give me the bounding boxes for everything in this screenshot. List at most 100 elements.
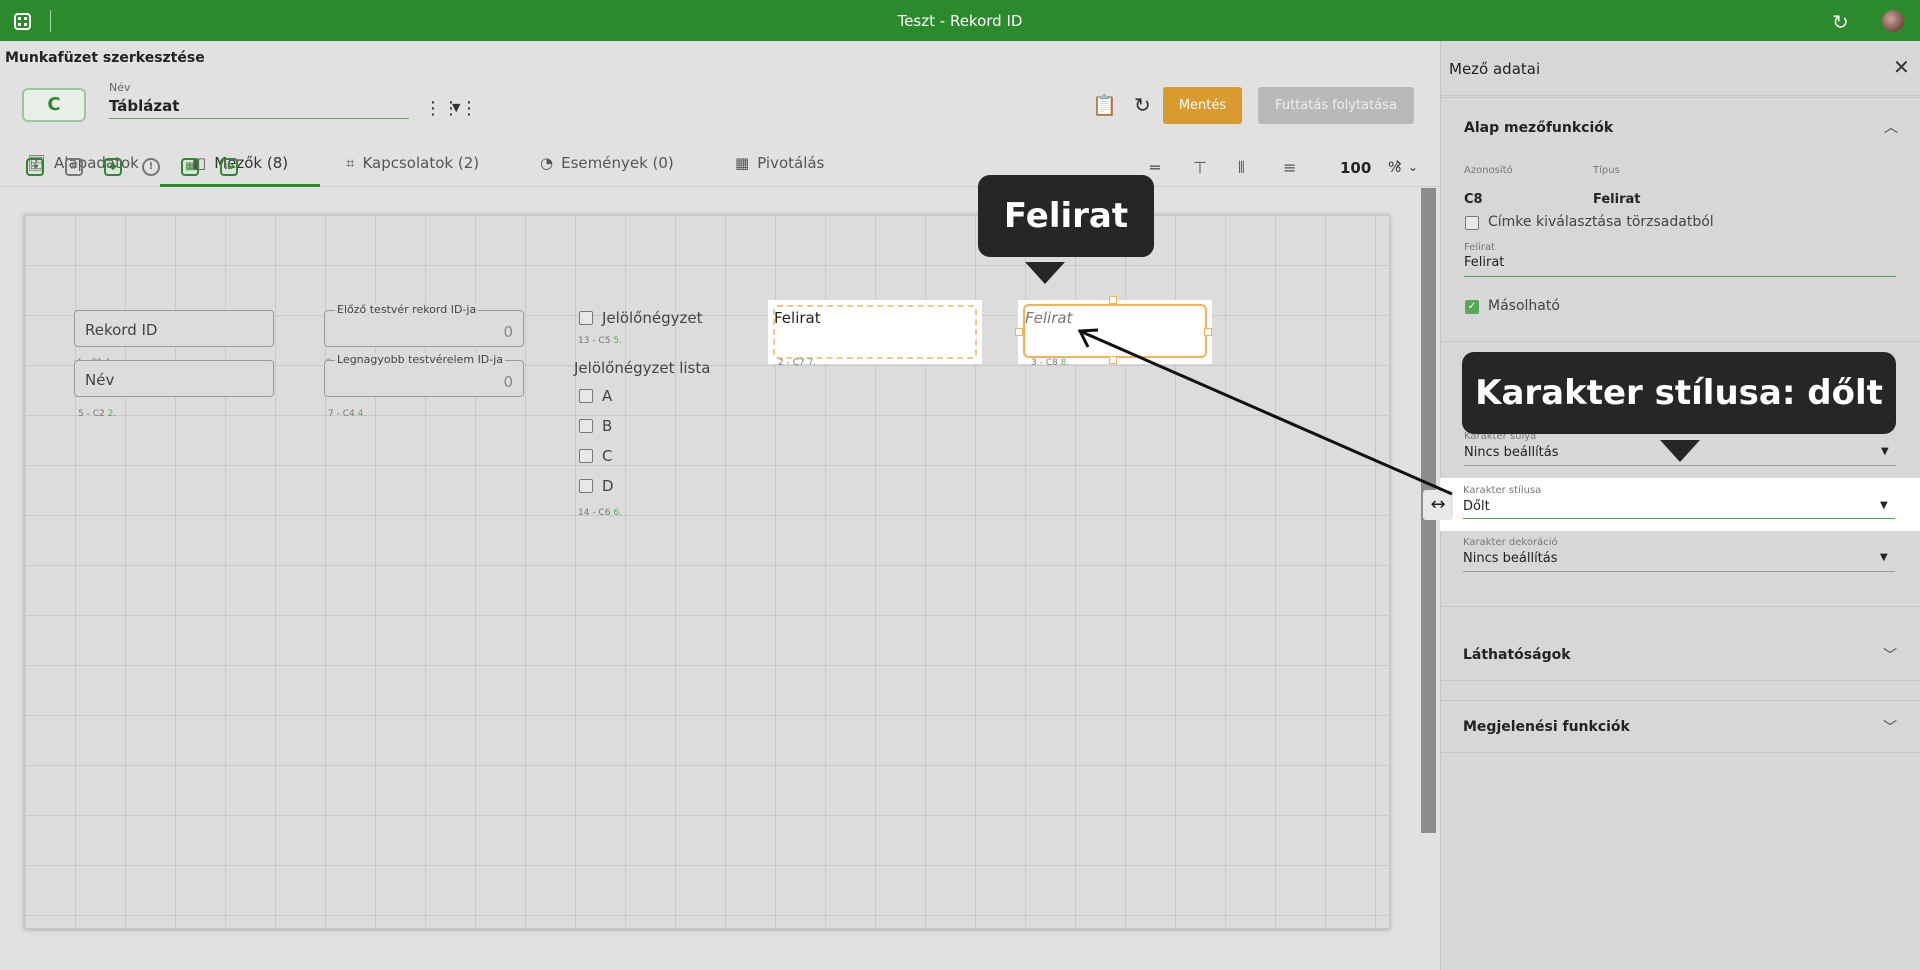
tab-bar: 🗄 Alapadatok ◧ Mezők (8) ⌗ Kapcsolatok (2) … — [0, 141, 1440, 187]
nev-field[interactable]: Név — [74, 360, 274, 397]
font-style-underline — [1463, 518, 1895, 519]
previous-sibling-id-field[interactable]: Előző testvér rekord ID-ja 0 — [324, 303, 524, 347]
grid-icon[interactable]: ⋮⋮⋮ — [424, 98, 478, 119]
id-icon[interactable]: ID — [220, 158, 238, 176]
zoom-value[interactable]: 100 — [1340, 159, 1371, 177]
pivot-icon: ▦ — [735, 154, 750, 172]
panel-title: Mező adatai — [1449, 60, 1541, 78]
font-style-select[interactable]: Dőlt — [1463, 499, 1490, 514]
font-weight-underline — [1464, 465, 1896, 466]
table-icon[interactable]: ▦ — [181, 158, 199, 176]
save-button[interactable]: Mentés — [1163, 87, 1242, 124]
frame-icon[interactable]: # — [65, 158, 83, 176]
chevron-down-icon[interactable]: ▼ — [1881, 446, 1889, 457]
field-meta: 2 - C7 7. — [778, 358, 817, 368]
resize-handle[interactable] — [1015, 328, 1023, 336]
tab-label: Kapcsolatok (2) — [362, 154, 480, 172]
name-field[interactable]: Táblázat — [109, 97, 409, 119]
avatar[interactable] — [1882, 10, 1904, 32]
resize-horizontal-icon[interactable]: ↔ — [1423, 490, 1453, 520]
field-meta: 3 - C8 8. — [1031, 358, 1070, 368]
tag-icon[interactable]: ◆ — [104, 158, 122, 176]
continue-run-button[interactable]: Futtatás folytatása — [1258, 87, 1414, 124]
refresh-icon[interactable]: ↻ — [1832, 10, 1849, 34]
caption-input[interactable]: Felirat — [1464, 255, 1504, 270]
field-placeholder: Név — [85, 371, 115, 389]
connections-icon: ⌗ — [346, 154, 355, 172]
field-meta: 5 - C2 2. — [78, 409, 117, 419]
page-title: Munkafüzet szerkesztése — [5, 50, 205, 66]
copyable-checkbox[interactable]: ✓ — [1465, 300, 1479, 314]
chevron-down-icon[interactable]: ▼ — [452, 101, 460, 114]
tab-label: Események (0) — [561, 154, 674, 172]
caption-underline — [1464, 276, 1896, 277]
type-value: Felirat — [1593, 192, 1641, 207]
callout-pointer — [1025, 262, 1065, 284]
text-decoration-label: Karakter dekoráció — [1463, 537, 1558, 548]
field-placeholder: Rekord ID — [85, 321, 158, 339]
display-functions-section[interactable]: Megjelenési funkciók — [1463, 719, 1630, 735]
chevron-down-icon[interactable]: ﹀ — [1883, 645, 1897, 665]
field-label: Előző testvér rekord ID-ja — [335, 303, 479, 316]
close-icon[interactable]: ✕ — [1893, 55, 1910, 79]
refresh-icon[interactable]: ↻ — [1134, 93, 1151, 117]
name-field-label: Név — [109, 81, 131, 94]
basic-functions-section[interactable]: Alap mezőfunkciók — [1464, 120, 1613, 136]
checkbox-list-option[interactable] — [579, 449, 593, 463]
type-label: Típus — [1593, 165, 1620, 176]
chevron-down-icon[interactable]: ﹀ — [1883, 717, 1897, 737]
checkbox-list-option-label: C — [602, 447, 613, 465]
resize-handle[interactable] — [1204, 328, 1212, 336]
checkbox-list-option-label: B — [602, 417, 613, 435]
chevron-down-icon[interactable]: ⌄ — [1408, 160, 1418, 174]
divider — [1440, 680, 1920, 681]
visibility-section[interactable]: Láthatóságok — [1463, 647, 1571, 663]
font-style-row: Karakter stílusa Dőlt ▼ — [1440, 478, 1920, 531]
max-sibling-id-field[interactable]: Legnagyobb testvérelem ID-ja 0 — [324, 353, 524, 397]
font-weight-select[interactable]: Nincs beállítás — [1464, 445, 1559, 460]
tab-events[interactable]: ◔ Események (0) — [540, 141, 674, 187]
checkbox-list-option[interactable] — [579, 389, 593, 403]
selected-label-text: Felirat — [1025, 309, 1073, 327]
label-field-text: Felirat — [774, 309, 821, 327]
clipboard-icon[interactable]: 📋 — [1092, 93, 1117, 117]
choose-label-checkbox[interactable] — [1465, 216, 1479, 230]
events-icon: ◔ — [540, 154, 554, 172]
font-style-callout: Karakter stílusa: dőlt — [1462, 352, 1896, 434]
field-meta: 13 - C5 5. — [578, 336, 622, 346]
chevron-down-icon[interactable]: ▼ — [1880, 500, 1888, 511]
divider — [1440, 752, 1920, 753]
font-style-label: Karakter stílusa — [1463, 485, 1542, 496]
checkbox[interactable] — [579, 311, 593, 325]
rekord-id-field[interactable]: Rekord ID — [74, 310, 274, 347]
align-center-icon[interactable]: ⫴ — [1238, 158, 1245, 178]
field-meta: 14 - C6 6. — [578, 508, 622, 518]
resize-handle[interactable] — [1109, 356, 1117, 364]
checkbox-list-option[interactable] — [579, 479, 593, 493]
alert-icon[interactable]: ! — [142, 158, 160, 176]
checkbox-list-option[interactable] — [579, 419, 593, 433]
divider — [1441, 97, 1920, 98]
chevron-up-icon[interactable]: ︿ — [1884, 117, 1898, 137]
divider — [1440, 700, 1920, 701]
id-label: Azonosító — [1464, 165, 1513, 176]
text-decoration-select[interactable]: Nincs beállítás — [1463, 551, 1558, 566]
tab-connections[interactable]: ⌗ Kapcsolatok (2) — [346, 141, 479, 187]
id-value: C8 — [1464, 192, 1483, 207]
divider — [1440, 606, 1920, 607]
tab-label: Pivotálás — [757, 154, 825, 172]
distribute-icon[interactable]: ≡ — [1283, 158, 1296, 177]
choose-label-text: Címke kiválasztása törzsadatból — [1488, 214, 1714, 230]
title-bar: Teszt - Rekord ID ↻ — [0, 0, 1920, 41]
divider — [1441, 341, 1920, 342]
align-left-icon[interactable]: ═ — [1150, 158, 1160, 177]
chevron-down-icon[interactable]: ▼ — [1880, 552, 1888, 563]
resize-handle[interactable] — [1109, 296, 1117, 304]
zoom-unit: % — [1388, 160, 1402, 176]
checkbox-list-option-label: D — [602, 477, 614, 495]
workbook-logo[interactable]: C — [22, 88, 86, 122]
align-top-icon[interactable]: ⊤ — [1193, 158, 1207, 177]
checkbox-label: Jelölőnégyzet — [602, 309, 703, 327]
add-field-icon[interactable]: + — [26, 158, 44, 176]
tab-pivot[interactable]: ▦ Pivotálás — [735, 141, 824, 187]
